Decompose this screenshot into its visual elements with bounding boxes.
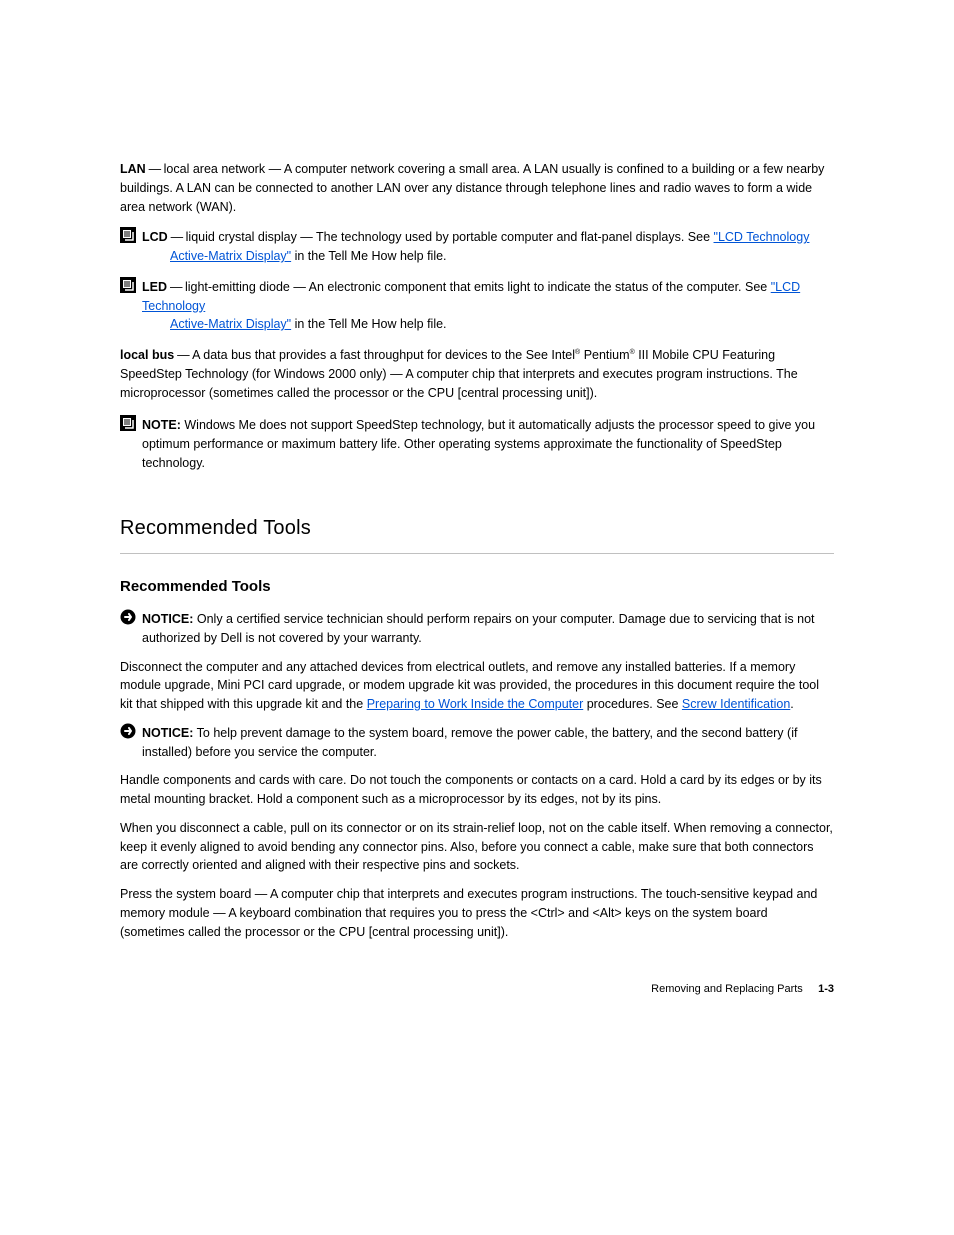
link-preparing-to-work[interactable]: Preparing to Work Inside the Computer	[367, 697, 584, 711]
paragraph-tools: Disconnect the computer and any attached…	[120, 658, 834, 714]
glossary-text: local bus — A data bus that provides a f…	[120, 346, 834, 402]
key-ctrl: <Ctrl>	[531, 906, 565, 920]
link-active-matrix-1[interactable]: Active-Matrix Display"	[170, 249, 291, 263]
section-heading: Recommended Tools	[120, 513, 834, 543]
notice-icon	[120, 723, 136, 739]
plus-text: and	[565, 906, 593, 920]
note-text: NOTE: Windows Me does not support SpeedS…	[142, 416, 834, 472]
note-label: NOTE:	[142, 418, 181, 432]
indented-continuation: Active-Matrix Display" in the Tell Me Ho…	[142, 317, 447, 331]
intel-text: Intel	[551, 348, 575, 362]
note-icon	[120, 415, 136, 431]
notice-label: NOTICE:	[142, 726, 193, 740]
notice-icon	[120, 609, 136, 625]
note-icon	[120, 227, 136, 243]
definition-pre: liquid crystal display — The technology …	[186, 230, 714, 244]
definition-text: A data bus that provides a fast throughp…	[192, 348, 526, 362]
separator: —	[174, 348, 192, 362]
definition-pre: light-emitting diode — An electronic com…	[185, 280, 771, 294]
glossary-entry-lcd: LCD — liquid crystal display — The techn…	[120, 228, 834, 266]
notice-label: NOTICE:	[142, 612, 193, 626]
notice-body: To help prevent damage to the system boa…	[142, 726, 797, 759]
glossary-text: LAN — local area network — A computer ne…	[120, 160, 834, 216]
term-label: LAN	[120, 162, 146, 176]
footer-page-number: 1-3	[818, 983, 834, 995]
term-label: LCD	[142, 230, 168, 244]
notice-block-2: NOTICE: To help prevent damage to the sy…	[120, 724, 834, 762]
definition-text: local area network — A computer network …	[120, 162, 824, 214]
glossary-entry-localbus: local bus — A data bus that provides a f…	[120, 346, 834, 402]
page-footer: Removing and Replacing Parts 1-3	[120, 981, 834, 998]
notice-text: NOTICE: To help prevent damage to the sy…	[142, 724, 834, 762]
term-label: local bus	[120, 348, 174, 362]
term-label: LED	[142, 280, 167, 294]
glossary-text: LCD — liquid crystal display — The techn…	[142, 228, 834, 266]
paragraph-cable-disconnect: When you disconnect a cable, pull on its…	[120, 819, 834, 875]
link-screw-id[interactable]: Screw Identification	[682, 697, 790, 711]
link-text: See	[526, 348, 552, 362]
separator: —	[167, 280, 185, 294]
section-subheading: Recommended Tools	[120, 576, 834, 599]
paragraph-post: .	[790, 697, 793, 711]
pentium-text: Pentium	[580, 348, 629, 362]
glossary-entry-lan: LAN — local area network — A computer ne…	[120, 160, 834, 216]
definition-post: in the Tell Me How help file.	[291, 317, 446, 331]
note-body: Windows Me does not support SpeedStep te…	[142, 418, 815, 470]
link-active-matrix-2[interactable]: Active-Matrix Display"	[170, 317, 291, 331]
notice-block-1: NOTICE: Only a certified service technic…	[120, 610, 834, 648]
paragraph-mid: procedures. See	[583, 697, 682, 711]
key-alt: <Alt>	[593, 906, 622, 920]
footer-chapter: Removing and Replacing Parts	[651, 983, 803, 995]
notice-body: Only a certified service technician shou…	[142, 612, 815, 645]
definition-post: in the Tell Me How help file.	[291, 249, 446, 263]
glossary-text: LED — light-emitting diode — An electron…	[142, 278, 834, 334]
paragraph-key-combo: Press the system board — A computer chip…	[120, 885, 834, 941]
separator: —	[168, 230, 186, 244]
glossary-entry-led: LED — light-emitting diode — An electron…	[120, 278, 834, 334]
indented-continuation: Active-Matrix Display" in the Tell Me Ho…	[142, 249, 447, 263]
paragraph-handle-care: Handle components and cards with care. D…	[120, 771, 834, 809]
separator: —	[146, 162, 164, 176]
glossary-note: NOTE: Windows Me does not support SpeedS…	[120, 416, 834, 472]
notice-text: NOTICE: Only a certified service technic…	[142, 610, 834, 648]
section-divider	[120, 553, 834, 554]
link-lcd-tech-1[interactable]: "LCD Technology	[714, 230, 810, 244]
note-icon	[120, 277, 136, 293]
